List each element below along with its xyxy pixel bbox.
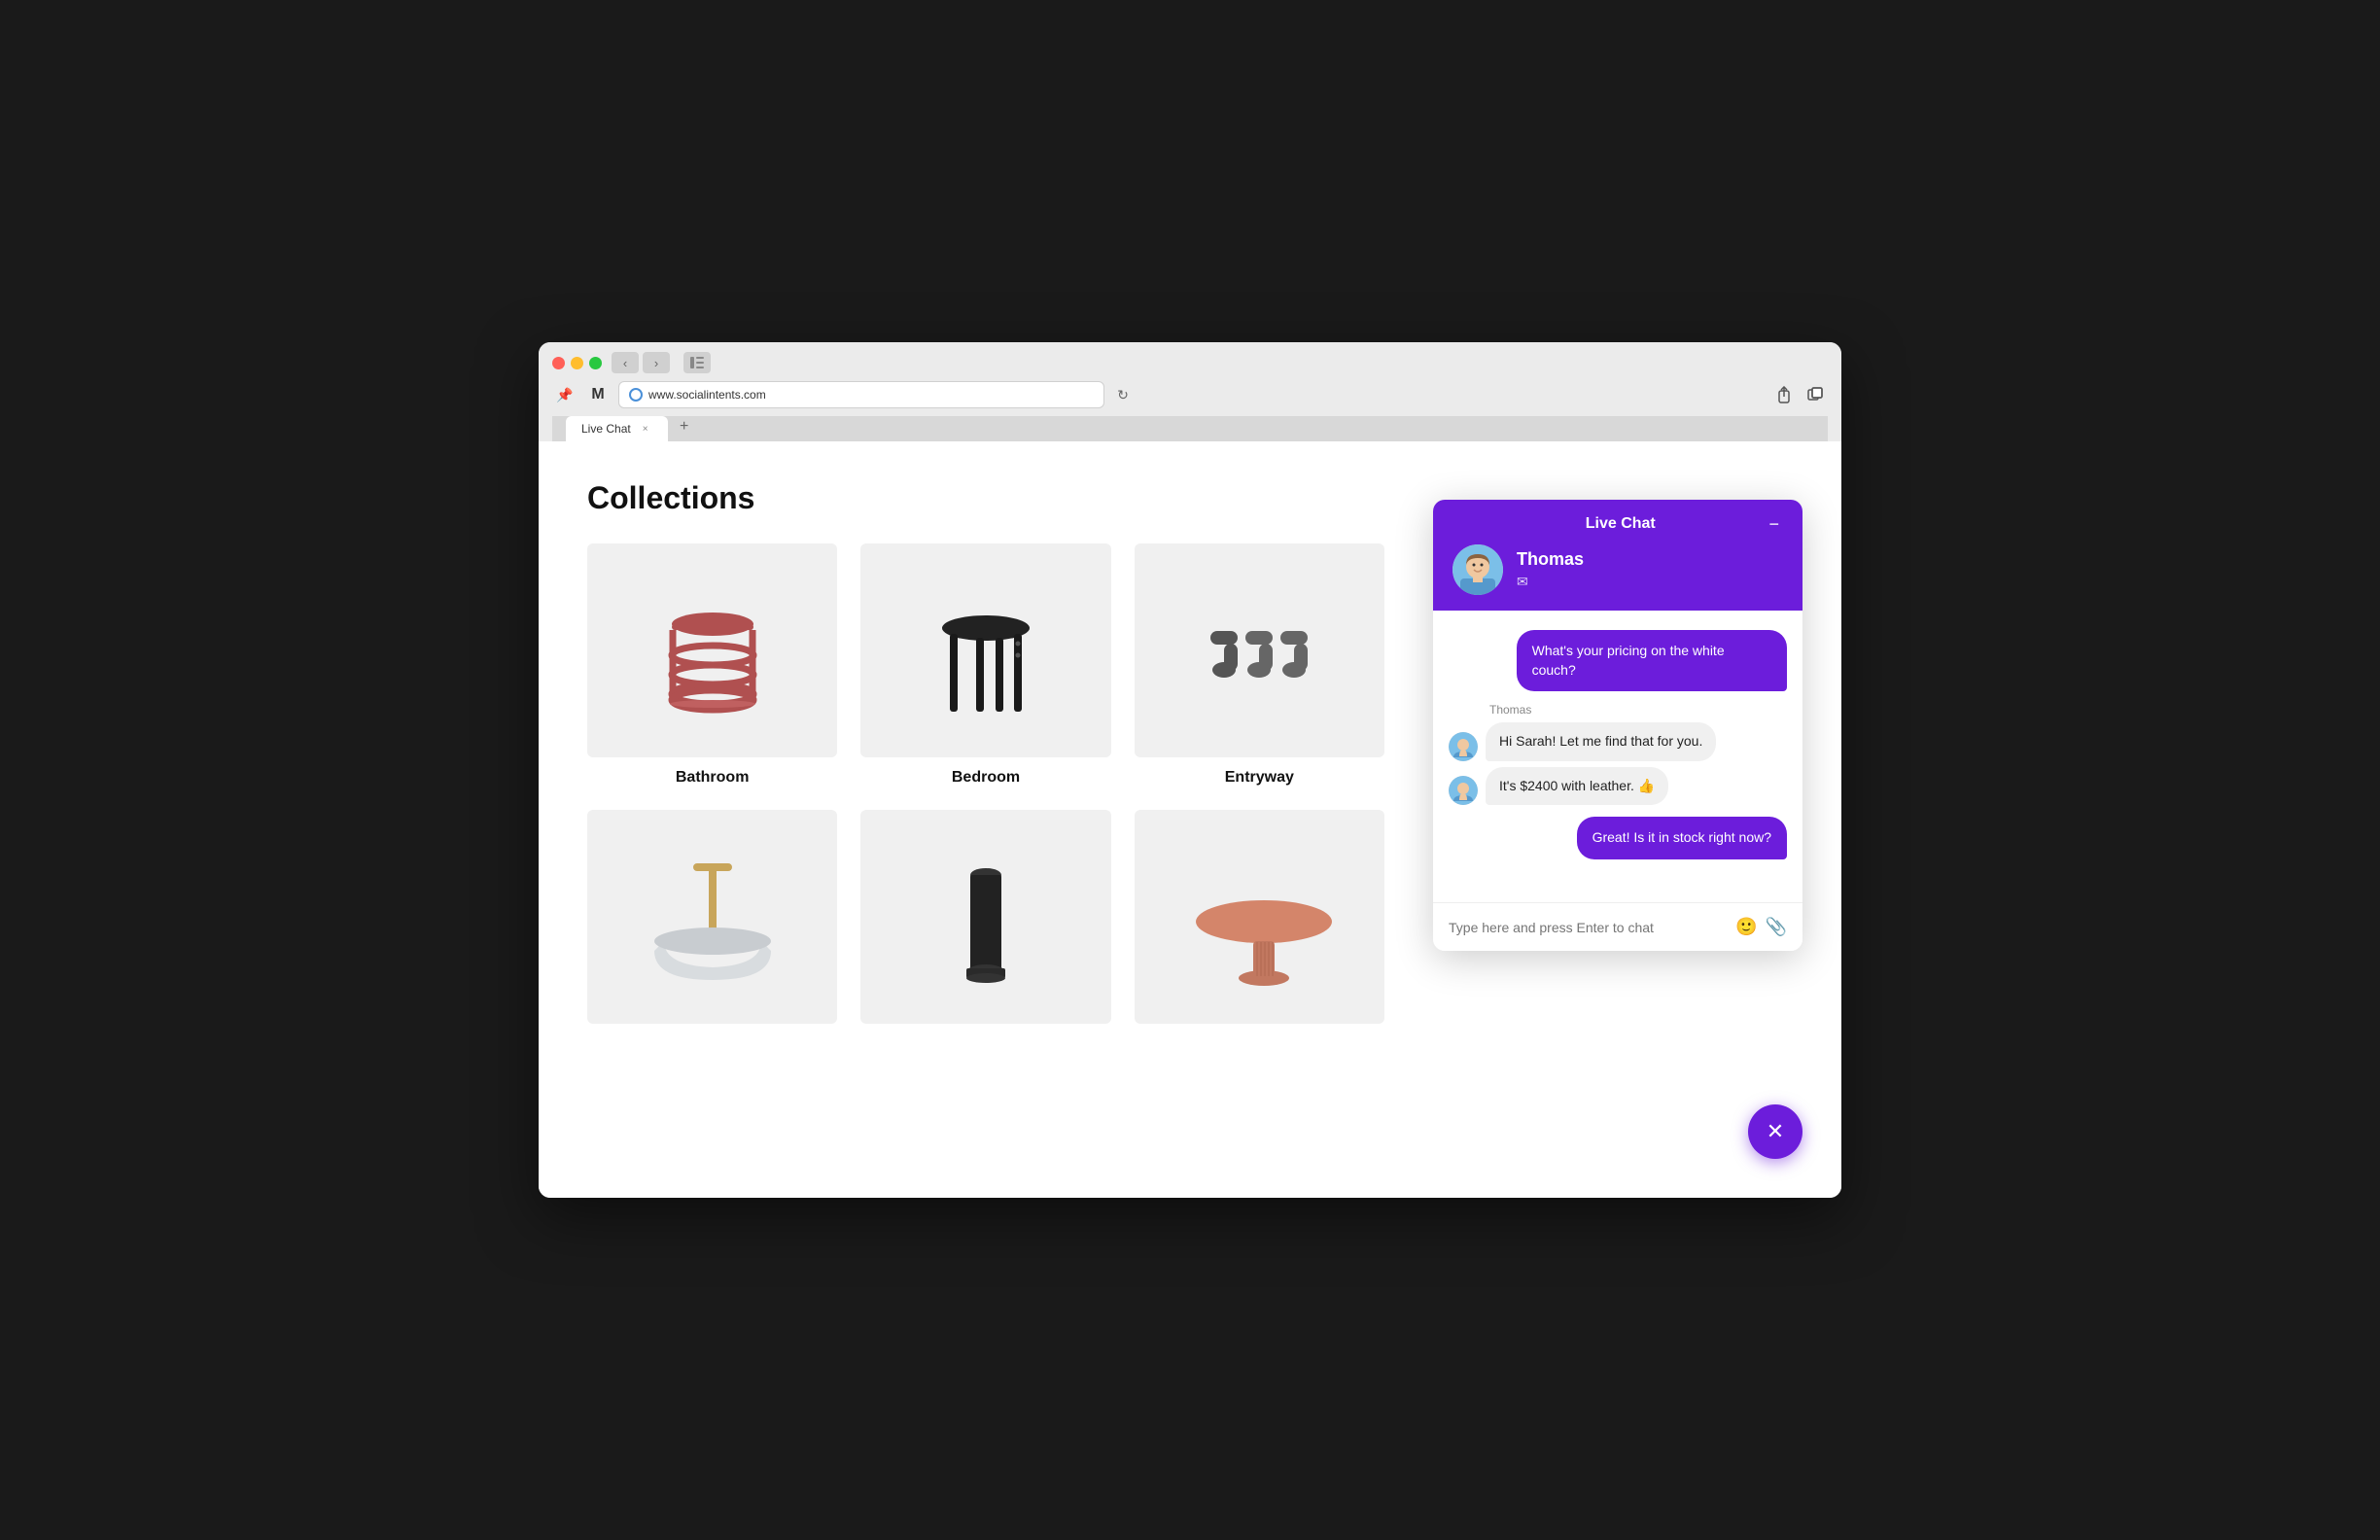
message-group-thomas: Thomas Hi Sarah! Let me find that for yo… (1449, 703, 1787, 805)
nav-buttons: ‹ › (612, 352, 670, 373)
chat-title: Live Chat (1476, 515, 1765, 533)
toolbar-actions (1771, 384, 1828, 405)
message-incoming-row-1: Hi Sarah! Let me find that for you. (1449, 722, 1787, 761)
url-text: www.socialintents.com (648, 388, 766, 402)
message-sender-label: Thomas (1489, 703, 1787, 717)
chat-input[interactable] (1449, 920, 1726, 935)
message-incoming-1: Hi Sarah! Let me find that for you. (1486, 722, 1716, 761)
message-agent-avatar-2 (1449, 776, 1478, 805)
browser-toolbar: 📌 M www.socialintents.com ↻ (552, 381, 1828, 416)
close-traffic-light[interactable] (552, 357, 565, 369)
browser-chrome: ‹ › 📌 M www.socialintents.com ↻ (539, 342, 1841, 441)
message-incoming-row-2: It's $2400 with leather. 👍 (1449, 767, 1787, 806)
product-label-entryway: Entryway (1225, 769, 1294, 787)
email-icon: ✉ (1517, 574, 1584, 590)
product-grid: Bathroom (587, 543, 1384, 1035)
agent-info: Thomas ✉ (1452, 544, 1783, 595)
emoji-icon[interactable]: 🙂 (1735, 917, 1757, 937)
product-card-table[interactable] (1135, 810, 1384, 1035)
active-tab[interactable]: Live Chat × (566, 416, 668, 441)
tab-title: Live Chat (581, 422, 631, 436)
address-bar[interactable]: www.socialintents.com (618, 381, 1104, 408)
browser-titlebar: ‹ › (552, 352, 1828, 373)
message-agent-avatar-1 (1449, 732, 1478, 761)
agent-details: Thomas ✉ (1517, 549, 1584, 590)
traffic-lights (552, 357, 602, 369)
product-image-bowl (587, 810, 837, 1024)
page-content: Collections (539, 441, 1841, 1198)
product-card-bowl[interactable] (587, 810, 837, 1035)
attach-icon[interactable]: 📎 (1766, 917, 1787, 937)
product-image-bedroom (860, 543, 1110, 757)
new-tab-button[interactable]: + (674, 416, 695, 438)
product-image-cylinder (860, 810, 1110, 1024)
minimize-traffic-light[interactable] (571, 357, 583, 369)
medium-button[interactable]: M (585, 384, 611, 405)
chat-title-row: Live Chat − (1452, 515, 1783, 533)
back-button[interactable]: ‹ (612, 352, 639, 373)
globe-icon (629, 388, 643, 402)
product-label-bedroom: Bedroom (952, 769, 1020, 787)
chat-close-icon: ✕ (1767, 1121, 1784, 1142)
tab-close-button[interactable]: × (639, 422, 652, 436)
forward-button[interactable]: › (643, 352, 670, 373)
chat-minimize-button[interactable]: − (1765, 515, 1783, 533)
product-image-bathroom (587, 543, 837, 757)
product-image-table (1135, 810, 1384, 1024)
browser-window: ‹ › 📌 M www.socialintents.com ↻ (539, 342, 1841, 1198)
agent-avatar (1452, 544, 1503, 595)
message-incoming-2: It's $2400 with leather. 👍 (1486, 767, 1668, 806)
agent-name: Thomas (1517, 549, 1584, 570)
share-button[interactable] (1771, 384, 1797, 405)
reload-button[interactable]: ↻ (1112, 384, 1134, 405)
product-card-bedroom[interactable]: Bedroom (860, 543, 1110, 787)
message-outgoing-2: Great! Is it in stock right now? (1577, 817, 1787, 859)
product-card-entryway[interactable]: Entryway (1135, 543, 1384, 787)
message-outgoing-1: What's your pricing on the white couch? (1517, 630, 1787, 691)
chat-input-area: 🙂 📎 (1433, 902, 1802, 951)
fullscreen-traffic-light[interactable] (589, 357, 602, 369)
product-card-bathroom[interactable]: Bathroom (587, 543, 837, 787)
chat-widget: Live Chat − (1433, 500, 1802, 951)
tab-bar: Live Chat × + (552, 416, 1828, 441)
chat-close-fab[interactable]: ✕ (1748, 1104, 1802, 1159)
chat-header: Live Chat − (1433, 500, 1802, 611)
chat-messages: What's your pricing on the white couch? … (1433, 611, 1802, 902)
chat-icons: 🙂 📎 (1735, 917, 1787, 937)
product-label-bathroom: Bathroom (676, 769, 750, 787)
new-window-button[interactable] (1802, 384, 1828, 405)
product-image-entryway (1135, 543, 1384, 757)
product-card-cylinder[interactable] (860, 810, 1110, 1035)
sidebar-button[interactable] (683, 352, 711, 373)
pin-button[interactable]: 📌 (552, 384, 578, 405)
